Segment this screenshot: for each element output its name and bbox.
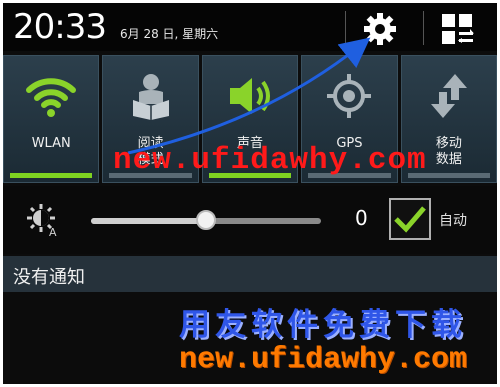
auto-brightness-icon: A	[27, 204, 57, 238]
wifi-icon	[26, 78, 77, 117]
auto-brightness-label: 自动	[439, 213, 467, 229]
watermark-orange: new.ufidawhy.com	[179, 343, 468, 377]
phone-screen: 20:33 6月 28 日, 星期六 WLAN 阅读 模式 声音 GPS 移动 …	[3, 3, 497, 384]
brightness-value: 0	[355, 206, 368, 230]
mobile-data-icon	[430, 74, 467, 118]
toggle-label: WLAN	[31, 136, 71, 151]
watermark-red: new.ufidawhy.com	[113, 143, 427, 178]
notification-header: 没有通知	[3, 256, 497, 292]
gps-icon	[327, 74, 372, 118]
watermark-blue: 用友软件免费下载	[179, 307, 467, 343]
slider-fill	[91, 218, 206, 224]
no-notifications-text: 没有通知	[13, 267, 85, 288]
status-bar: 20:33 6月 28 日, 星期六	[3, 3, 497, 51]
brightness-slider[interactable]	[91, 210, 321, 230]
settings-button[interactable]	[359, 9, 401, 49]
grid-edit-icon	[442, 14, 474, 44]
toggle-wlan[interactable]: WLAN	[3, 55, 100, 183]
checkmark-icon	[394, 206, 426, 233]
speaker-icon	[230, 78, 271, 114]
date: 6月 28 日, 星期六	[120, 27, 219, 41]
clock: 20:33	[13, 7, 107, 47]
reader-icon	[132, 74, 169, 120]
svg-text:A: A	[49, 226, 57, 238]
toggle-indicator	[10, 173, 93, 178]
gear-icon	[364, 13, 396, 45]
edit-toggles-button[interactable]	[441, 13, 475, 45]
divider	[423, 11, 424, 45]
divider	[345, 11, 346, 45]
auto-brightness-checkbox[interactable]	[389, 198, 431, 240]
brightness-panel: A 0 自动	[3, 186, 497, 254]
slider-thumb[interactable]	[196, 210, 216, 230]
